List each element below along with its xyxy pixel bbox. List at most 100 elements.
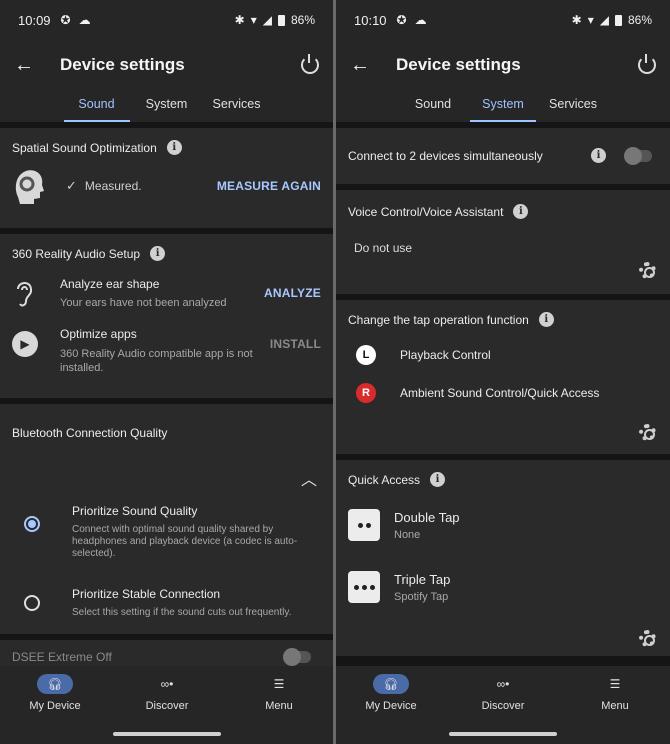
nav-my-device[interactable]: 🎧︎ My Device (346, 674, 436, 712)
info-icon[interactable]: i (166, 140, 182, 155)
info-icon[interactable]: i (150, 246, 166, 261)
hamburger-icon: ☰ (609, 677, 621, 691)
nav-label: Discover (481, 700, 525, 712)
info-icon[interactable]: i (430, 472, 446, 487)
left-earbud-badge-icon: L (356, 345, 376, 365)
nav-label: My Device (365, 700, 417, 712)
info-icon[interactable]: i (538, 312, 554, 327)
status-time: 10:09 (18, 12, 51, 28)
tab-services[interactable]: Services (538, 90, 608, 122)
option-title: Prioritize Stable Connection (72, 587, 221, 601)
double-tap-title: Double Tap (394, 509, 460, 525)
nav-my-device[interactable]: 🎧︎ My Device (10, 674, 100, 712)
option-title: Prioritize Sound Quality (72, 504, 198, 518)
triple-tap-value: Spotify Tap (394, 590, 449, 603)
tab-sound[interactable]: Sound (398, 90, 468, 122)
home-indicator[interactable] (449, 732, 557, 736)
headphones-icon: 🎧︎ (373, 674, 409, 694)
triple-tap-icon (348, 571, 380, 603)
option-stable-connection[interactable]: Prioritize Stable Connection Select this… (24, 587, 313, 618)
tab-sound[interactable]: Sound (62, 90, 132, 122)
battery-icon (614, 14, 622, 26)
tab-system[interactable]: System (132, 90, 202, 122)
nav-menu[interactable]: ☰ Menu (570, 674, 660, 712)
settings-content: Connect to 2 devices simultaneously i Vo… (336, 122, 670, 666)
connect-two-toggle[interactable] (624, 146, 652, 165)
nav-label: My Device (29, 700, 81, 712)
voice-control-value: Do not use (354, 241, 413, 255)
wifi-icon: ▾ (250, 13, 257, 27)
reality-audio-card: 360 Reality Audio Setup i Analyze ear sh… (0, 234, 333, 398)
double-tap-value: None (394, 528, 421, 541)
measure-again-button[interactable]: MEASURE AGAIN (217, 179, 321, 193)
radio-sound-quality[interactable] (24, 516, 40, 532)
battery-percent: 86% (627, 13, 652, 27)
nav-discover[interactable]: ∞• Discover (122, 674, 212, 712)
app-bar: ← Device settings (0, 40, 333, 90)
signal-icon: ◢ (599, 13, 609, 27)
info-icon[interactable]: i (591, 148, 606, 163)
tap-right-label: Ambient Sound Control/Quick Access (400, 386, 600, 400)
tap-operation-card: Change the tap operation function i L Pl… (336, 300, 670, 454)
back-arrow-icon[interactable]: ← (14, 54, 44, 77)
power-icon[interactable] (638, 54, 656, 74)
settings-content: Spatial Sound Optimization i ✓ Measured.… (0, 122, 333, 666)
dsee-toggle[interactable] (283, 648, 311, 666)
tab-services[interactable]: Services (202, 90, 272, 122)
optimize-title: Optimize apps (60, 327, 137, 341)
tab-bar: Sound System Services (336, 90, 670, 122)
status-time: 10:10 (354, 12, 387, 28)
tap-operation-title: Change the tap operation function (348, 312, 529, 327)
spatial-sound-card: Spatial Sound Optimization i ✓ Measured.… (0, 128, 333, 228)
gear-icon[interactable] (639, 424, 656, 441)
double-tap-row[interactable]: Double Tap None (348, 509, 658, 541)
double-tap-icon (348, 509, 380, 541)
tap-right-row[interactable]: R Ambient Sound Control/Quick Access (356, 383, 658, 403)
cloud-icon: ☁ (414, 13, 427, 27)
gear-icon[interactable] (639, 630, 656, 647)
power-icon[interactable] (301, 54, 319, 74)
tab-system[interactable]: System (468, 90, 538, 122)
battery-percent: 86% (290, 13, 315, 27)
nav-menu[interactable]: ☰ Menu (234, 674, 324, 712)
bottom-nav: 🎧︎ My Device ∞• Discover ☰ Menu (336, 666, 670, 744)
page-title: Device settings (60, 55, 185, 74)
nav-label: Menu (265, 700, 293, 712)
connect-two-title: Connect to 2 devices simultaneously (348, 148, 543, 163)
right-screen: 10:10 ✪ ☁ ✱ ▾ ◢ 86% ← Device settings So… (336, 0, 670, 744)
bluetooth-quality-card: Bluetooth Connection Quality ︿ Prioritiz… (0, 404, 333, 634)
analyze-subtitle: Your ears have not been analyzed (60, 297, 227, 309)
home-indicator[interactable] (112, 732, 221, 736)
chevron-up-icon[interactable]: ︿ (301, 466, 317, 490)
option-sound-quality[interactable]: Prioritize Sound Quality Connect with op… (24, 504, 303, 560)
quick-access-card: Quick Access i Double Tap None Triple Ta… (336, 460, 670, 656)
play-icon: ▶ (12, 331, 38, 357)
gear-icon[interactable] (639, 262, 656, 279)
tap-left-row[interactable]: L Playback Control (356, 345, 658, 365)
triple-tap-title: Triple Tap (394, 571, 451, 587)
head-profile-icon (15, 170, 44, 204)
nav-label: Menu (601, 700, 629, 712)
analyze-button[interactable]: ANALYZE (264, 286, 321, 300)
page-title: Device settings (396, 55, 521, 74)
back-arrow-icon[interactable]: ← (350, 54, 380, 77)
info-icon[interactable]: i (513, 204, 529, 219)
check-icon: ✓ (66, 178, 77, 193)
connect-two-devices-card: Connect to 2 devices simultaneously i (336, 128, 670, 184)
ear-icon (17, 282, 33, 307)
dsee-label: DSEE Extreme Off (12, 650, 112, 664)
nav-discover[interactable]: ∞• Discover (458, 674, 548, 712)
bluetooth-quality-title: Bluetooth Connection Quality (12, 426, 168, 440)
binoculars-icon: ∞• (496, 677, 510, 691)
tab-bar: Sound System Services (0, 90, 333, 122)
status-bar: 10:10 ✪ ☁ ✱ ▾ ◢ 86% (336, 0, 670, 40)
battery-icon (277, 14, 285, 26)
analyze-ear-row: Analyze ear shape Your ears have not bee… (12, 277, 321, 309)
bluetooth-icon: ✱ (571, 13, 582, 27)
measured-status: Measured. (84, 179, 142, 193)
triple-tap-row[interactable]: Triple Tap Spotify Tap (348, 571, 658, 603)
radio-stable-connection[interactable] (24, 595, 40, 611)
tap-left-label: Playback Control (400, 348, 491, 362)
nav-label: Discover (145, 700, 189, 712)
install-button[interactable]: INSTALL (270, 337, 321, 351)
